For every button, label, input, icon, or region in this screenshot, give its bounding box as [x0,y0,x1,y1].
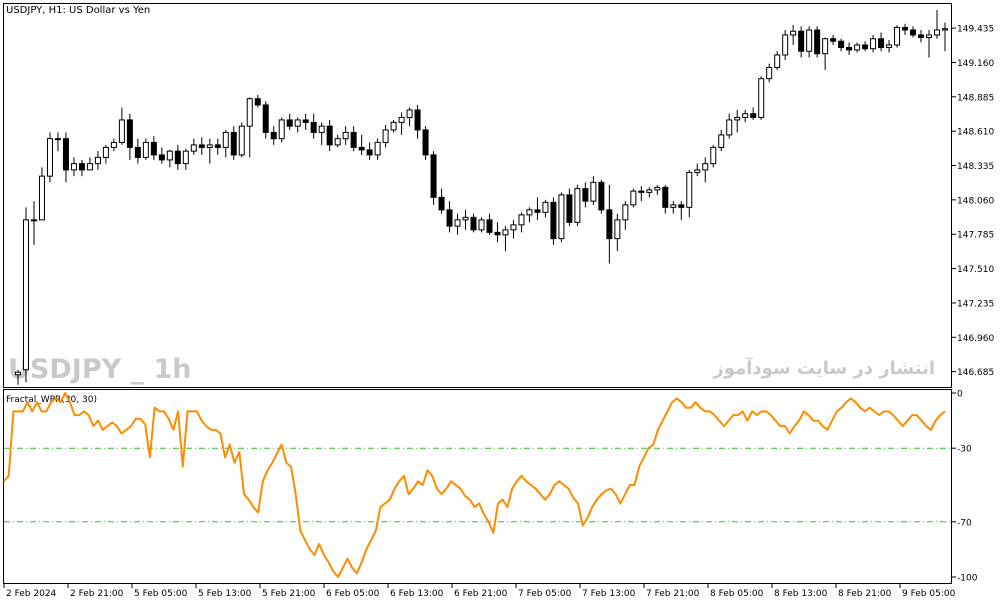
price-tick-label: 148.610 [957,128,994,138]
time-tick-label: 5 Feb 21:00 [262,589,316,599]
indicator-tick-label: -100 [957,574,978,584]
candle [782,29,789,60]
candle [630,188,637,208]
price-tick-label: 146.960 [957,334,994,344]
time-tick-label: 7 Feb 13:00 [582,589,636,599]
time-tick-label: 7 Feb 05:00 [518,589,572,599]
time-tick-label: 6 Feb 21:00 [454,589,508,599]
watermark-site: انتشار در سایت سودآموز [712,356,935,379]
time-tick-label: 8 Feb 21:00 [838,589,892,599]
candle [238,122,245,158]
time-tick-label: 6 Feb 13:00 [390,589,444,599]
price-axis: 149.435 149.160 148.885 148.610 148.335 148.0… [952,25,994,378]
candle [558,192,565,243]
indicator-label: Fractal_WPR(30, 30) [6,395,97,405]
candle [758,76,765,120]
time-tick-label: 2 Feb 2024 [6,589,57,599]
chart-canvas: USDJPY _ 1h انتشار در سایت سودآموز USDJP… [3,3,994,599]
candle [598,179,605,214]
indicator-axis: 0 -30 -70 -100 [952,390,978,584]
candle [550,197,557,245]
chart-title: USDJPY, H1: US Dollar vs Yen [6,5,150,16]
price-tick-label: 149.160 [957,59,994,69]
price-tick-label: 146.685 [957,368,994,378]
time-tick-label: 7 Feb 21:00 [646,589,700,599]
time-tick-label: 2 Feb 21:00 [70,589,124,599]
watermark-symbol: USDJPY _ 1h [8,354,191,385]
time-tick-label: 9 Feb 05:00 [902,589,956,599]
candle [478,217,485,233]
time-tick-label: 6 Feb 05:00 [326,589,380,599]
price-pane [3,3,952,388]
candle [574,184,581,227]
time-axis: 2 Feb 2024 2 Feb 21:00 5 Feb 05:00 5 Feb 13… [3,584,956,599]
indicator-pane [3,389,952,584]
price-tick-label: 148.885 [957,93,994,103]
candle [46,132,53,183]
candle [894,24,901,48]
candle [710,144,717,168]
time-tick-label: 8 Feb 05:00 [710,589,764,599]
indicator-tick-label: -30 [957,445,972,455]
indicator-tick-label: -70 [957,518,972,528]
candle [422,126,429,160]
price-tick-label: 147.510 [957,265,994,275]
indicator-tick-label: 0 [957,390,963,400]
price-tick-label: 148.335 [957,162,994,172]
candle [430,151,437,205]
price-tick-label: 147.785 [957,231,994,241]
time-tick-label: 5 Feb 13:00 [198,589,252,599]
time-tick-label: 8 Feb 13:00 [774,589,828,599]
price-tick-label: 147.235 [957,299,994,309]
price-tick-label: 148.060 [957,196,994,206]
candle [278,117,285,143]
time-tick-label: 5 Feb 05:00 [134,589,188,599]
candle [22,207,29,383]
price-tick-label: 149.435 [957,25,994,35]
candle [814,26,821,58]
